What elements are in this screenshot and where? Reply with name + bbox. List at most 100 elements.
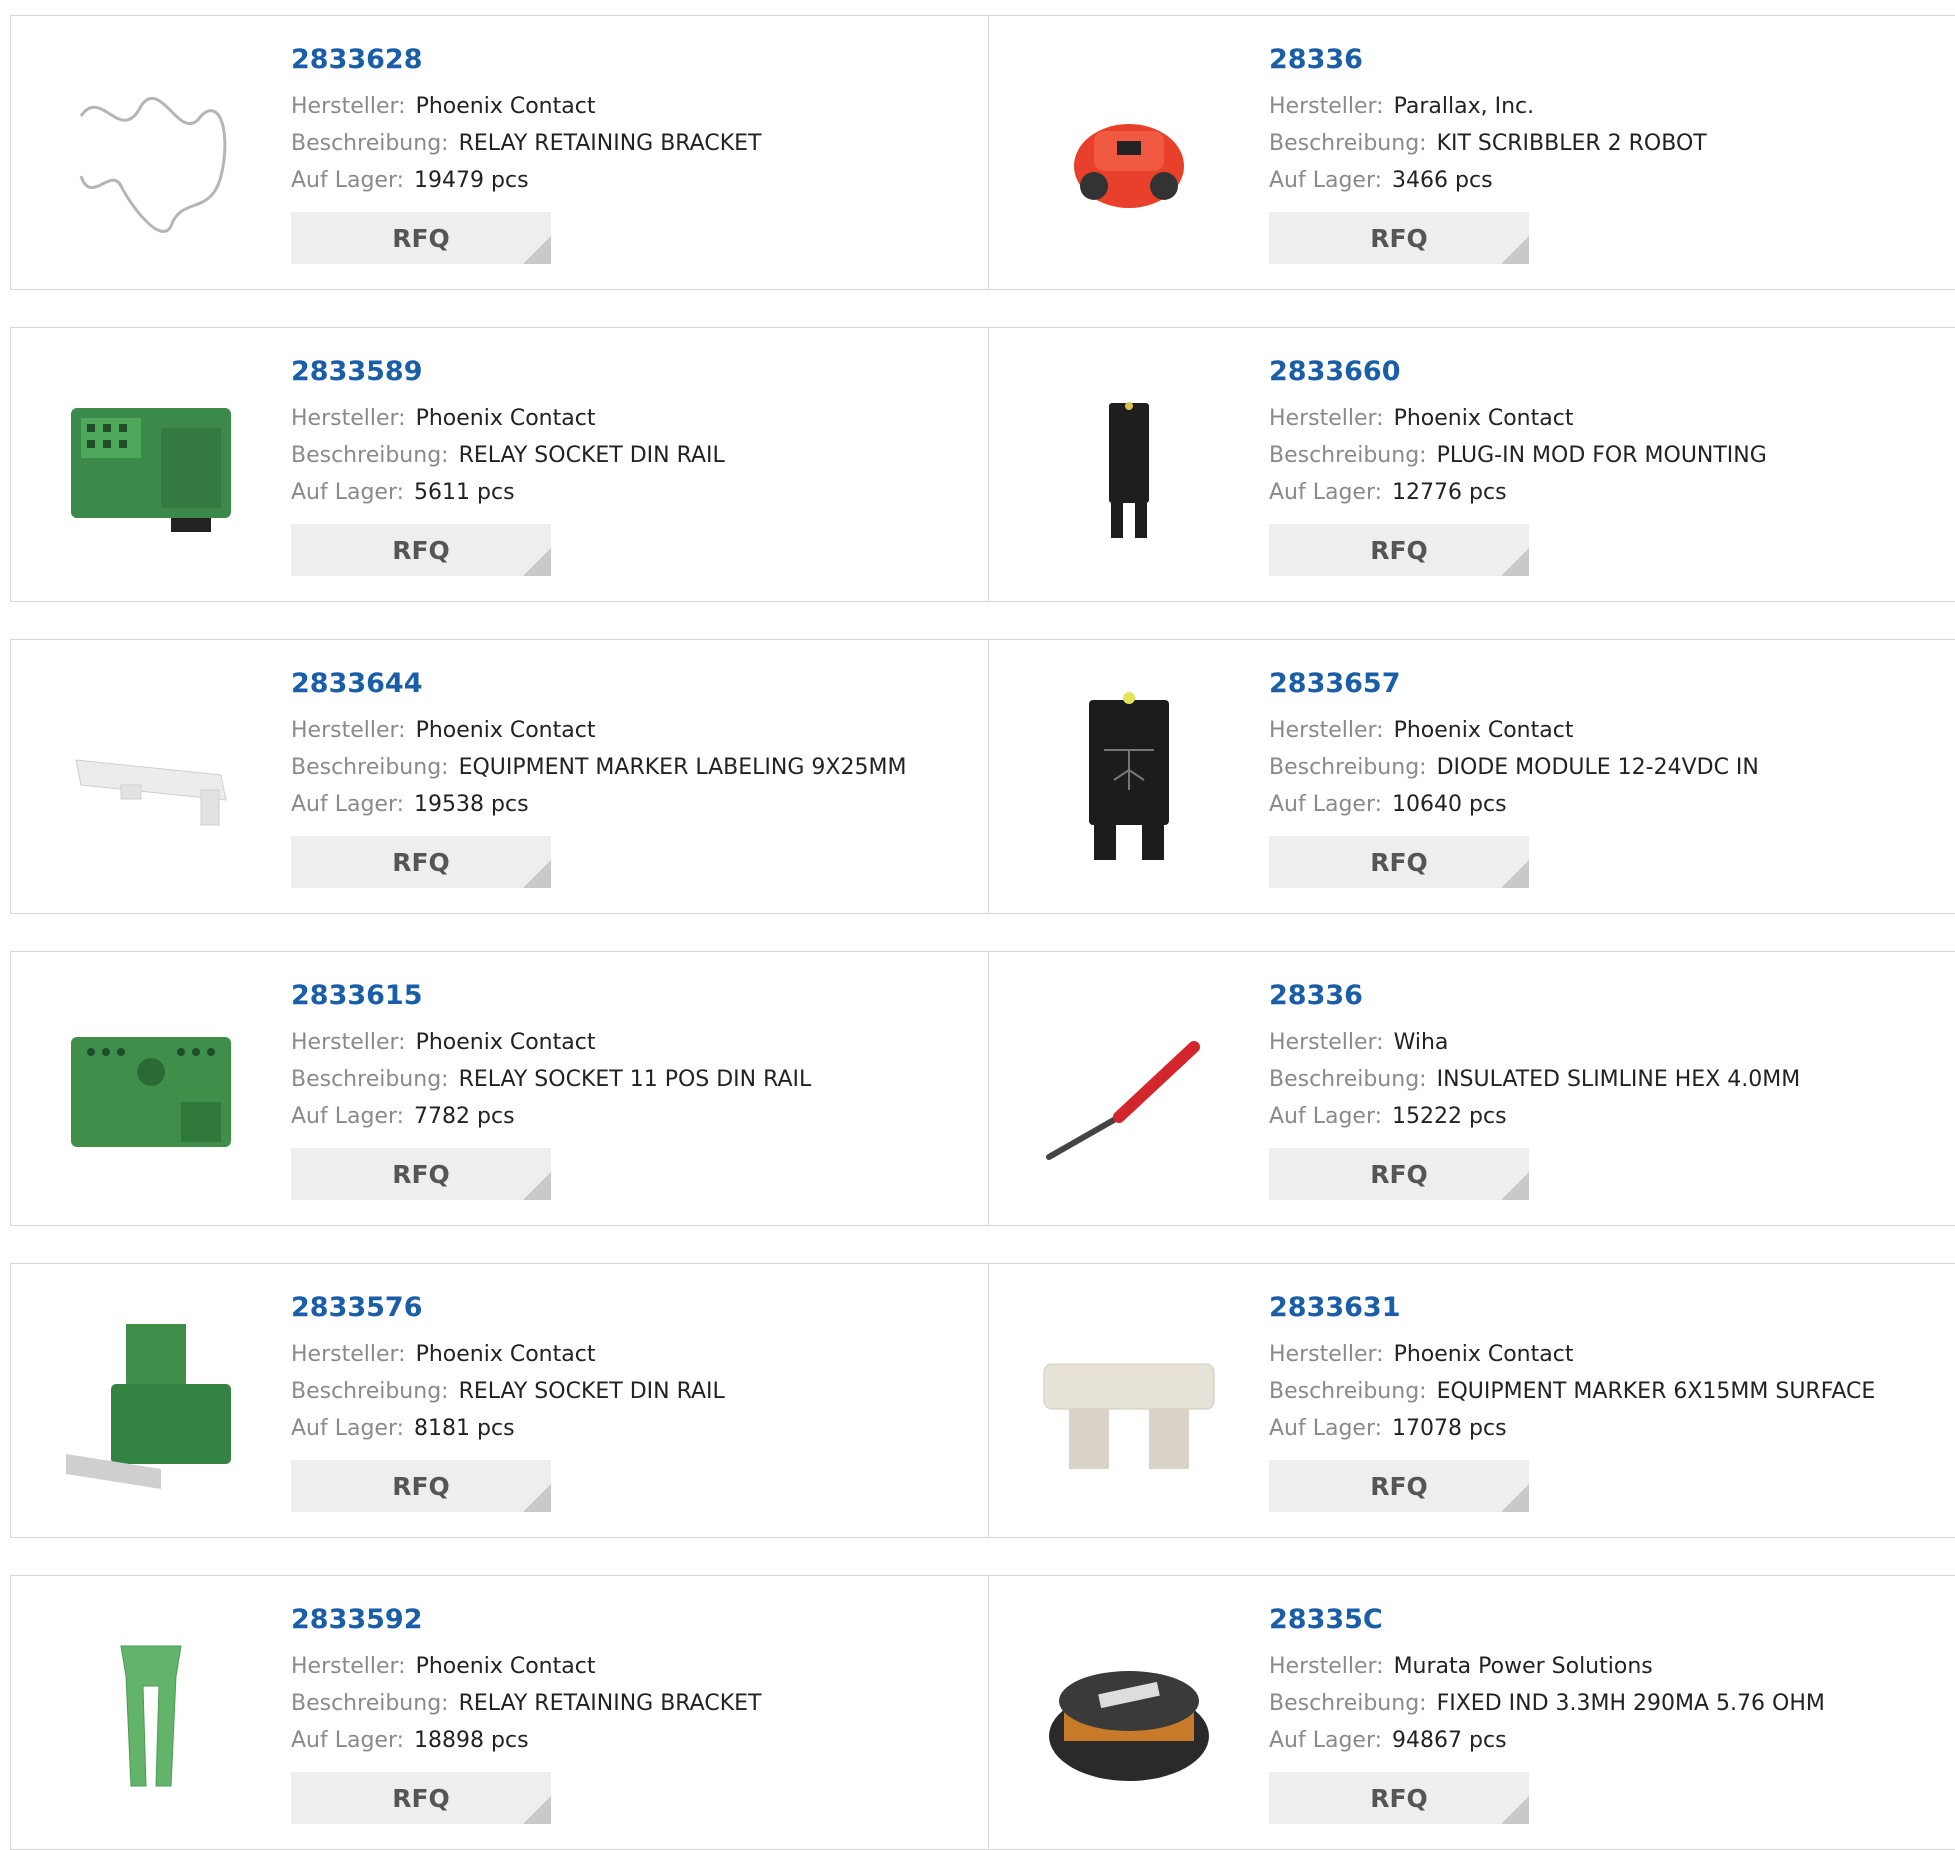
- rfq-button[interactable]: RFQ: [1269, 212, 1529, 264]
- product-image[interactable]: [1029, 368, 1229, 568]
- wire-bracket-image: [79, 97, 227, 233]
- product-image[interactable]: [1029, 680, 1229, 880]
- description-value: FIXED IND 3.3MH 290MA 5.76 OHM: [1436, 1691, 1825, 1716]
- stock-value: 3466 pcs: [1392, 168, 1493, 193]
- white-marker-image: [75, 759, 227, 826]
- product-image[interactable]: [1029, 1616, 1229, 1816]
- product-card: 2833657 Hersteller: Phoenix Contact Besch…: [989, 639, 1955, 914]
- inductor-image: [1049, 1671, 1209, 1781]
- description-label: Beschreibung:: [1269, 443, 1427, 468]
- stock-label: Auf Lager:: [291, 1416, 405, 1441]
- manufacturer-value: Phoenix Contact: [415, 1342, 596, 1367]
- part-number-link[interactable]: 28336: [1269, 978, 1800, 1014]
- stock-value: 10640 pcs: [1392, 792, 1507, 817]
- product-card: 2833660 Hersteller: Phoenix Contact Besch…: [989, 327, 1955, 602]
- description-value: DIODE MODULE 12-24VDC IN: [1436, 755, 1759, 780]
- rfq-button[interactable]: RFQ: [291, 524, 551, 576]
- product-image[interactable]: [51, 368, 251, 568]
- corner-decoration: [1501, 1172, 1529, 1200]
- stock-label: Auf Lager:: [1269, 168, 1383, 193]
- stock-value: 8181 pcs: [414, 1416, 515, 1441]
- manufacturer-label: Hersteller:: [291, 1654, 406, 1679]
- rfq-button[interactable]: RFQ: [291, 836, 551, 888]
- part-number-link[interactable]: 2833628: [291, 42, 761, 78]
- stock-value: 17078 pcs: [1392, 1416, 1507, 1441]
- product-card: 28336 Hersteller: Wiha Beschreibung: INSUL…: [989, 951, 1955, 1226]
- manufacturer-label: Hersteller:: [1269, 1654, 1384, 1679]
- manufacturer-label: Hersteller:: [1269, 1030, 1384, 1055]
- manufacturer-value: Parallax, Inc.: [1393, 94, 1535, 119]
- rfq-button[interactable]: RFQ: [291, 1148, 551, 1200]
- corner-decoration: [523, 548, 551, 576]
- part-number-link[interactable]: 2833660: [1269, 354, 1767, 390]
- corner-decoration: [1501, 860, 1529, 888]
- product-card: 2833592 Hersteller: Phoenix Contact Besch…: [10, 1575, 989, 1850]
- rfq-button[interactable]: RFQ: [291, 1772, 551, 1824]
- corner-decoration: [523, 236, 551, 264]
- part-number-link[interactable]: 28335C: [1269, 1602, 1825, 1638]
- description-label: Beschreibung:: [291, 1379, 449, 1404]
- part-number-link[interactable]: 2833576: [291, 1290, 725, 1326]
- description-label: Beschreibung:: [1269, 755, 1427, 780]
- rfq-button[interactable]: RFQ: [1269, 1148, 1529, 1200]
- rfq-label: RFQ: [392, 847, 450, 877]
- stock-label: Auf Lager:: [1269, 1416, 1383, 1441]
- part-number-link[interactable]: 2833592: [291, 1602, 761, 1638]
- description-value: KIT SCRIBBLER 2 ROBOT: [1436, 131, 1707, 156]
- stock-value: 19479 pcs: [414, 168, 529, 193]
- rfq-button[interactable]: RFQ: [1269, 524, 1529, 576]
- part-number-link[interactable]: 2833657: [1269, 666, 1759, 702]
- product-image[interactable]: [1029, 992, 1229, 1192]
- rfq-button[interactable]: RFQ: [291, 1460, 551, 1512]
- description-value: INSULATED SLIMLINE HEX 4.0MM: [1436, 1067, 1801, 1092]
- part-number-link[interactable]: 2833631: [1269, 1290, 1875, 1326]
- stock-value: 12776 pcs: [1392, 480, 1507, 505]
- part-number-link[interactable]: 2833644: [291, 666, 906, 702]
- product-image[interactable]: [51, 1304, 251, 1504]
- green-bracket-image: [120, 1645, 182, 1787]
- manufacturer-value: Phoenix Contact: [1393, 718, 1574, 743]
- part-number-link[interactable]: 28336: [1269, 42, 1707, 78]
- part-number-link[interactable]: 2833615: [291, 978, 811, 1014]
- stock-label: Auf Lager:: [1269, 792, 1383, 817]
- rfq-label: RFQ: [392, 1783, 450, 1813]
- product-image[interactable]: [51, 1616, 251, 1816]
- description-value: EQUIPMENT MARKER LABELING 9X25MM: [458, 755, 907, 780]
- product-card: 2833589 Hersteller: Phoenix Contact Besch…: [10, 327, 989, 602]
- rfq-button[interactable]: RFQ: [1269, 1772, 1529, 1824]
- stock-label: Auf Lager:: [291, 480, 405, 505]
- stock-label: Auf Lager:: [291, 792, 405, 817]
- rfq-label: RFQ: [1370, 535, 1428, 565]
- product-image[interactable]: [1029, 1304, 1229, 1504]
- product-image[interactable]: [1029, 56, 1229, 256]
- stock-label: Auf Lager:: [291, 168, 405, 193]
- stock-value: 5611 pcs: [414, 480, 515, 505]
- stock-label: Auf Lager:: [1269, 480, 1383, 505]
- corner-decoration: [523, 1796, 551, 1824]
- product-image[interactable]: [51, 992, 251, 1192]
- description-label: Beschreibung:: [1269, 1691, 1427, 1716]
- corner-decoration: [1501, 1484, 1529, 1512]
- part-number-link[interactable]: 2833589: [291, 354, 725, 390]
- corner-decoration: [523, 1172, 551, 1200]
- product-image[interactable]: [51, 680, 251, 880]
- stock-label: Auf Lager:: [291, 1728, 405, 1753]
- product-card: 2833631 Hersteller: Phoenix Contact Besch…: [989, 1263, 1955, 1538]
- corner-decoration: [1501, 548, 1529, 576]
- product-card: 28336 Hersteller: Parallax, Inc. Beschrei…: [989, 15, 1955, 290]
- rfq-label: RFQ: [392, 535, 450, 565]
- rfq-button[interactable]: RFQ: [1269, 1460, 1529, 1512]
- manufacturer-label: Hersteller:: [1269, 1342, 1384, 1367]
- stock-value: 94867 pcs: [1392, 1728, 1507, 1753]
- rfq-button[interactable]: RFQ: [291, 212, 551, 264]
- description-label: Beschreibung:: [291, 1067, 449, 1092]
- rfq-label: RFQ: [1370, 1783, 1428, 1813]
- manufacturer-value: Phoenix Contact: [415, 94, 596, 119]
- description-value: RELAY SOCKET DIN RAIL: [458, 1379, 725, 1404]
- product-image[interactable]: [51, 56, 251, 256]
- rfq-button[interactable]: RFQ: [1269, 836, 1529, 888]
- product-card: 2833644 Hersteller: Phoenix Contact Besch…: [10, 639, 989, 914]
- manufacturer-label: Hersteller:: [291, 1342, 406, 1367]
- description-label: Beschreibung:: [291, 443, 449, 468]
- description-label: Beschreibung:: [291, 131, 449, 156]
